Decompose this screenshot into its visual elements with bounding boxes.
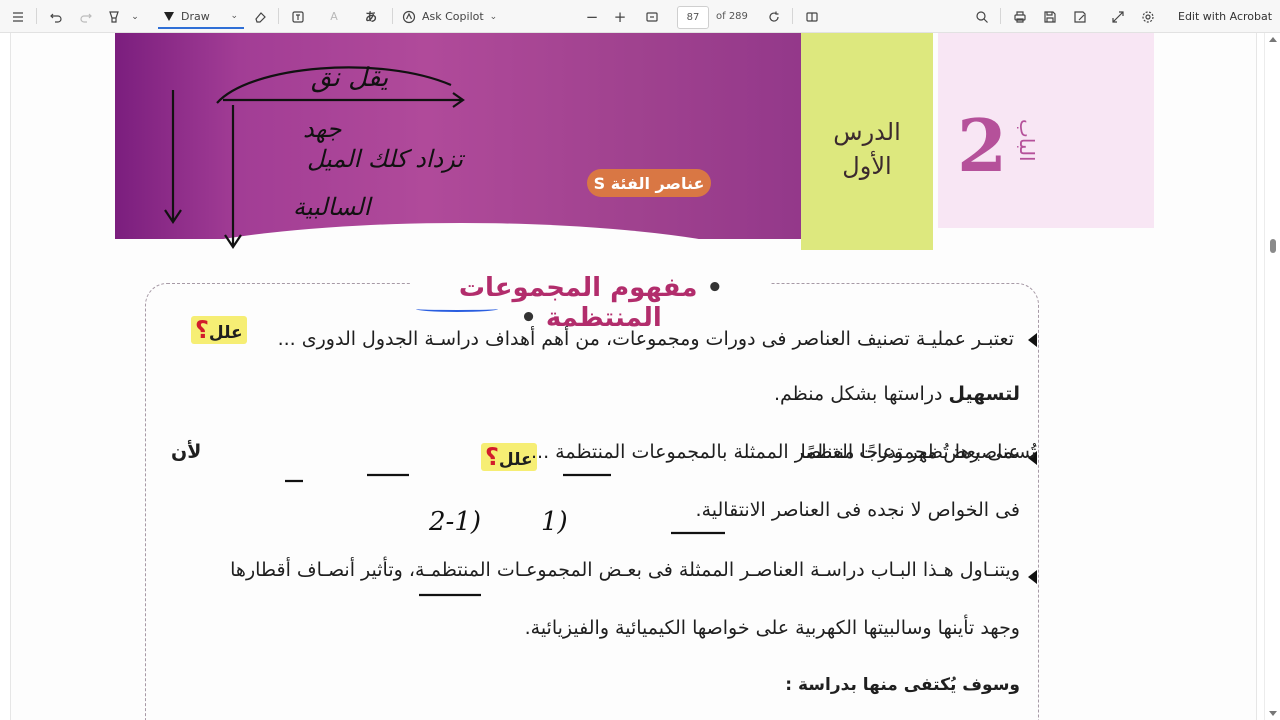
divider — [36, 8, 37, 24]
heading-underline — [416, 306, 498, 312]
why-label: علل — [208, 323, 243, 343]
text-style-icon[interactable]: A — [324, 6, 344, 27]
undo-icon[interactable] — [46, 6, 66, 27]
divider — [1000, 8, 1001, 24]
p1-line1: تعتبـر عمليـة تصنيف العناصر فى دورات ومج… — [277, 328, 1014, 350]
handwriting-mid2: تزداد كلك الميل — [307, 145, 464, 173]
page-number-input[interactable]: 87 — [677, 6, 709, 29]
why-label-2: علل — [498, 450, 533, 470]
redo-icon[interactable] — [76, 6, 96, 27]
highlighter-dropdown-icon[interactable]: ⌄ — [128, 6, 142, 27]
why-badge: علل؟ — [191, 316, 247, 344]
page-total: of 289 — [716, 11, 748, 22]
list-icon[interactable] — [8, 6, 28, 27]
search-icon[interactable] — [972, 6, 992, 27]
p1-bold: لتسهيل — [948, 383, 1020, 405]
handwriting-mid1: جهد — [303, 115, 342, 143]
chapter-word: الباب — [1015, 119, 1039, 162]
edit-with-acrobat-button[interactable]: Edit with Acrobat — [1178, 10, 1272, 23]
settings-gear-icon[interactable] — [1138, 6, 1158, 27]
vertical-scrollbar[interactable] — [1264, 33, 1280, 720]
handwritten-underlines — [285, 473, 725, 535]
handwriting-group2: (2-1 — [429, 507, 482, 537]
pen-icon — [164, 12, 174, 21]
scroll-thumb[interactable] — [1270, 239, 1276, 253]
lesson-line1: الدرس — [833, 118, 901, 146]
chevron-down-icon[interactable]: ⌄ — [230, 11, 238, 21]
element-group-tag: عناصر الفئة S — [587, 169, 711, 197]
lesson-line2: الأول — [842, 152, 892, 180]
divider — [792, 8, 793, 24]
why-mark-2: ؟ — [485, 443, 499, 471]
p1-rest: دراستها بشكل منظم. — [773, 383, 949, 405]
draw-tool-button[interactable]: Draw ⌄ — [158, 5, 244, 29]
copilot-label: Ask Copilot — [422, 10, 484, 23]
draw-label: Draw — [181, 9, 210, 23]
zoom-in-icon[interactable]: + — [610, 6, 630, 27]
lesson-title: الدرس الأول — [801, 115, 933, 183]
pdf-page: عناصر الفئة S الدرس الأول 2 الباب يقل نق… — [10, 33, 1257, 720]
p2-line1-start: لأن — [171, 441, 201, 463]
text-box-icon[interactable] — [288, 6, 308, 27]
p3-line1: ويتنـاول هـذا البـاب دراسـة العناصـر الم… — [230, 559, 1020, 581]
toolbar: ⌄ Draw ⌄ A あ Ask Copilot ⌄ − + 87 of 289 — [0, 0, 1280, 33]
section-heading: • مفهوم المجموعات المنتظمة • — [411, 273, 771, 333]
bullet-dot: • — [706, 273, 724, 303]
rotate-icon[interactable] — [764, 6, 784, 27]
print-icon[interactable] — [1010, 6, 1030, 27]
scroll-down-icon[interactable] — [1269, 711, 1277, 716]
p2-line2: فى الخواص لا نجده فى العناصر الانتقالية. — [695, 499, 1020, 521]
p2-bold: لأن — [171, 441, 201, 463]
eraser-icon[interactable] — [250, 6, 270, 27]
heading-text: مفهوم المجموعات المنتظمة — [458, 273, 698, 333]
bullet-arrow-icon — [1028, 333, 1037, 347]
save-as-icon[interactable] — [1070, 6, 1090, 27]
zoom-out-icon[interactable]: − — [582, 6, 602, 27]
p4: وسوف يُكتفى منها بدراسة : — [785, 675, 1020, 695]
chevron-down-icon[interactable]: ⌄ — [490, 12, 498, 22]
divider — [278, 8, 279, 24]
ask-copilot-button[interactable]: Ask Copilot ⌄ — [402, 6, 504, 27]
handwriting-top: يقل نق — [311, 63, 389, 93]
why-badge-2: علل؟ — [481, 443, 537, 471]
p1-line2: لتسهيل دراستها بشكل منظم. — [774, 383, 1020, 405]
expand-icon[interactable] — [1108, 6, 1128, 27]
handwritten-underline-p3 — [419, 593, 481, 597]
p3-line2: وجهد تأينها وسالبيتها الكهربية على خواصه… — [524, 617, 1020, 639]
page-view-icon[interactable] — [802, 6, 822, 27]
highlighter-icon[interactable] — [104, 6, 124, 27]
why-mark: ؟ — [195, 316, 209, 344]
document-viewport[interactable]: عناصر الفئة S الدرس الأول 2 الباب يقل نق… — [0, 33, 1264, 720]
divider — [392, 8, 393, 24]
p2-bold-text: لأن — [171, 441, 202, 463]
save-icon[interactable] — [1040, 6, 1060, 27]
scroll-up-icon[interactable] — [1269, 37, 1277, 42]
p2-line1-a: تُسمى بعض مجموعات العناصر الممثلة بالمجم… — [531, 441, 1037, 463]
translate-icon[interactable]: あ — [360, 6, 382, 27]
copilot-icon — [402, 10, 416, 23]
fit-page-icon[interactable] — [642, 6, 662, 27]
bullet-arrow-icon — [1028, 570, 1037, 584]
handwriting-mid3: السالبية — [293, 193, 371, 221]
handwriting-group1: (1 — [541, 507, 568, 537]
chapter-number: 2 — [957, 103, 1008, 188]
